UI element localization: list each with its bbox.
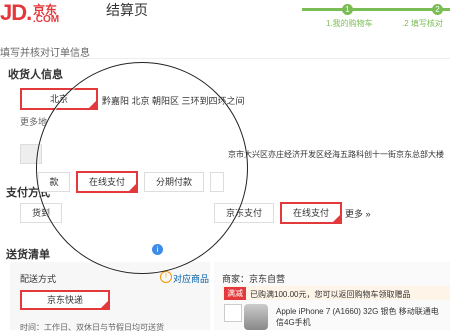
seller-label: 商家：京东自营 bbox=[222, 274, 286, 284]
delivery-method-label: 配送方式 bbox=[20, 274, 57, 284]
payment-option-online[interactable]: 在线支付 bbox=[280, 202, 342, 224]
jd-logo[interactable]: JD. bbox=[0, 0, 32, 26]
step-1-label: 1.我的购物车 bbox=[326, 19, 373, 28]
progress-steps: 1 2 1.我的购物车 .2 填写核对 bbox=[302, 4, 450, 28]
delivery-title: 送货清单 bbox=[6, 249, 50, 261]
product-image[interactable] bbox=[244, 304, 268, 330]
payment-more-link[interactable]: 更多 » bbox=[345, 207, 371, 220]
receiver-more-link[interactable]: 更多地 bbox=[20, 115, 47, 128]
warning-icon: ! bbox=[160, 271, 172, 283]
receiver-address-detail: 京市大兴区亦庄经济开发区经海五路科创十一街京东总部大楼 bbox=[228, 150, 444, 159]
page-title: 结算页 bbox=[106, 2, 148, 18]
checkout-subheading: 填写并核对订单信息 bbox=[0, 48, 90, 59]
ship-product-link[interactable]: 对应商品 bbox=[173, 272, 209, 285]
product-name[interactable]: Apple iPhone 7 (A1660) 32G 银色 移动联通电信4G手机 bbox=[276, 306, 446, 328]
logo-com-text: .COM bbox=[33, 14, 60, 25]
promo-text: 已购满100.00元，您可以返回购物车领取赠品 bbox=[250, 290, 411, 299]
step-2-label: .2 填写核对 bbox=[402, 19, 443, 28]
promo-tag: 满减 bbox=[224, 287, 246, 300]
step-2-dot: 2 bbox=[432, 4, 443, 15]
delivery-time-note: 时间：工作日、双休日与节假日均可送货 bbox=[20, 323, 164, 332]
product-checkbox[interactable] bbox=[224, 304, 242, 322]
receiver-title: 收货人信息 bbox=[8, 69, 63, 81]
magnifier-lens bbox=[36, 62, 248, 274]
step-line-done bbox=[302, 8, 347, 11]
delivery-method-jd-express[interactable]: 京东快递 bbox=[20, 290, 110, 310]
step-1-dot: 1 bbox=[342, 4, 353, 15]
